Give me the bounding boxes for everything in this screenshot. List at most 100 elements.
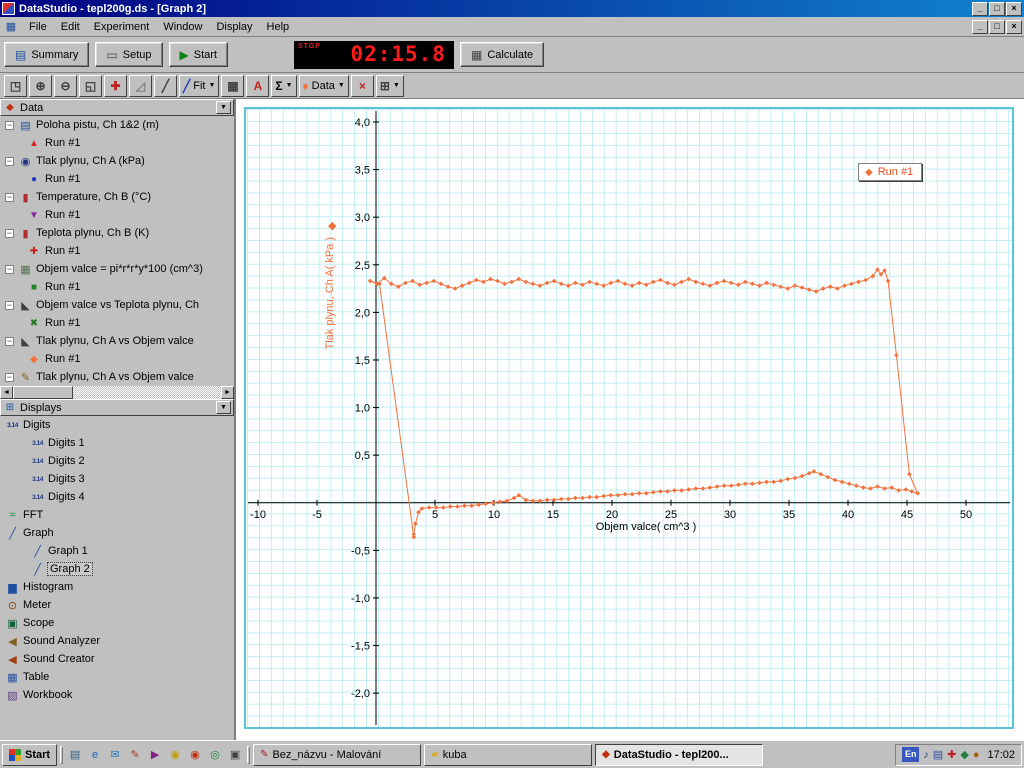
language-indicator[interactable]: En — [902, 747, 920, 762]
display-item[interactable]: 3.14 Digits 4 — [0, 488, 234, 506]
scale-to-fit-button[interactable]: ◳ — [4, 74, 27, 97]
expand-collapse-icon[interactable]: − — [5, 300, 14, 310]
run-item[interactable]: ✚ Run #1 — [0, 242, 234, 260]
scroll-right-button[interactable]: ► — [221, 386, 234, 399]
titlebar[interactable]: DataStudio - tepl200g.ds - [Graph 2] _ □… — [0, 0, 1024, 17]
minimize-button[interactable]: _ — [972, 1, 988, 16]
run-item[interactable]: ✖ Run #1 — [0, 314, 234, 332]
displays-panel-menu-button[interactable]: ▼ — [216, 401, 231, 414]
menu-help[interactable]: Help — [260, 19, 297, 35]
display-item[interactable]: ╱ Graph 2 — [0, 560, 234, 578]
data-source-item[interactable]: − ◣ Objem valce vs Teplota plynu, Ch — [0, 296, 234, 314]
settings-menu-button[interactable]: ⊞ ▼ — [375, 74, 404, 97]
updater-icon[interactable]: ● — [973, 749, 980, 761]
display-item[interactable]: ╱ Graph 1 — [0, 542, 234, 560]
child-minimize-button[interactable]: _ — [972, 19, 988, 34]
mail-icon[interactable]: ▣ — [226, 746, 244, 764]
data-panel-hscrollbar[interactable]: ◄ ► — [0, 386, 234, 399]
menu-file[interactable]: File — [22, 19, 54, 35]
run-item[interactable]: ▼ Run #1 — [0, 206, 234, 224]
scheduler-icon[interactable]: ◆ — [960, 748, 968, 761]
data-source-item[interactable]: − ▦ Objem valce = pi*r*r*y*100 (cm^3) — [0, 260, 234, 278]
data-source-item[interactable]: − ✎ Tlak plynu, Ch A vs Objem valce — [0, 368, 234, 386]
expand-collapse-icon[interactable]: − — [5, 120, 14, 130]
slope-tool-button[interactable]: ◿ — [129, 74, 152, 97]
scroll-left-button[interactable]: ◄ — [0, 386, 13, 399]
expand-collapse-icon[interactable]: − — [5, 336, 14, 346]
display-settings-icon[interactable]: ▤ — [933, 748, 943, 761]
setup-button[interactable]: ▭ Setup — [95, 42, 163, 67]
menu-edit[interactable]: Edit — [54, 19, 87, 35]
display-type-item[interactable]: ≈ FFT — [0, 506, 234, 524]
scrollbar-thumb[interactable] — [13, 386, 73, 399]
display-type-item[interactable]: ◀ Sound Creator — [0, 650, 234, 668]
display-type-item[interactable]: 3.14 Digits — [0, 416, 234, 434]
note-tool-button[interactable]: ╱ — [154, 74, 177, 97]
display-type-item[interactable]: ▣ Scope — [0, 614, 234, 632]
run-item[interactable]: ■ Run #1 — [0, 278, 234, 296]
task-button[interactable]: ✎ Bez_názvu - Malování — [253, 743, 422, 766]
data-source-item[interactable]: − ◉ Tlak plynu, Ch A (kPa) — [0, 152, 234, 170]
winamp-icon[interactable]: ◉ — [166, 746, 184, 764]
display-type-item[interactable]: ◀ Sound Analyzer — [0, 632, 234, 650]
menu-experiment[interactable]: Experiment — [87, 19, 157, 35]
display-type-item[interactable]: ⊙ Meter — [0, 596, 234, 614]
displays-panel-header[interactable]: ⊞ Displays ▼ — [0, 399, 234, 416]
display-item[interactable]: 3.14 Digits 3 — [0, 470, 234, 488]
volume-icon[interactable]: ♪ — [923, 749, 929, 761]
menu-window[interactable]: Window — [156, 19, 209, 35]
expand-collapse-icon[interactable]: − — [5, 156, 14, 166]
menu-display[interactable]: Display — [209, 19, 259, 35]
expand-collapse-icon[interactable]: − — [5, 228, 14, 238]
calculate-button[interactable]: ▦ Calculate — [459, 42, 545, 67]
display-type-item[interactable]: ▧ Workbook — [0, 686, 234, 704]
antivirus-icon[interactable]: ✚ — [947, 748, 956, 761]
paint-icon[interactable]: ✎ — [126, 746, 144, 764]
display-type-item[interactable]: ▆ Histogram — [0, 578, 234, 596]
show-desktop-icon[interactable]: ▤ — [66, 746, 84, 764]
start-button-toolbar[interactable]: ▶ Start — [168, 42, 228, 67]
run-item[interactable]: ◆ Run #1 — [0, 350, 234, 368]
display-type-item[interactable]: ▦ Table — [0, 668, 234, 686]
zoom-in-button[interactable]: ⊕ — [29, 74, 52, 97]
data-source-item[interactable]: − ▮ Teplota plynu, Ch B (K) — [0, 224, 234, 242]
internet-explorer-icon[interactable]: e — [86, 746, 104, 764]
child-close-button[interactable]: × — [1006, 19, 1022, 34]
remove-button[interactable]: × — [350, 74, 374, 97]
data-menu-button[interactable]: ♦ Data ▼ — [298, 74, 349, 97]
smart-tool-button[interactable]: ✚ — [104, 74, 127, 97]
display-item[interactable]: 3.14 Digits 2 — [0, 452, 234, 470]
data-source-item[interactable]: − ▤ Poloha pistu, Ch 1&2 (m) — [0, 116, 234, 134]
task-button[interactable]: ▰ kuba — [424, 743, 593, 766]
display-item[interactable]: 3.14 Digits 1 — [0, 434, 234, 452]
data-source-item[interactable]: − ▮ Temperature, Ch B (°C) — [0, 188, 234, 206]
expand-collapse-icon[interactable]: − — [5, 372, 14, 382]
restore-button[interactable]: □ — [989, 1, 1005, 16]
data-panel-menu-button[interactable]: ▼ — [216, 101, 231, 114]
outlook-express-icon[interactable]: ✉ — [106, 746, 124, 764]
summary-button[interactable]: ▤ Summary — [4, 42, 90, 67]
data-source-item[interactable]: − ◣ Tlak plynu, Ch A vs Objem valce — [0, 332, 234, 350]
calculator-tool-button[interactable]: ▦ — [221, 74, 245, 97]
child-restore-button[interactable]: □ — [989, 19, 1005, 34]
zoom-select-button[interactable]: ◱ — [79, 74, 102, 97]
task-button[interactable]: ◆ DataStudio - tepl200... — [595, 743, 764, 766]
text-tool-button[interactable]: A — [246, 74, 270, 97]
scrollbar-track[interactable] — [13, 386, 221, 399]
browser-icon[interactable]: ◎ — [206, 746, 224, 764]
legend[interactable]: ◆ Run #1 — [858, 163, 923, 181]
realplayer-icon[interactable]: ◉ — [186, 746, 204, 764]
expand-collapse-icon[interactable]: − — [5, 264, 14, 274]
close-button[interactable]: × — [1006, 1, 1022, 16]
start-button[interactable]: Start — [2, 743, 58, 766]
run-item[interactable]: ● Run #1 — [0, 170, 234, 188]
zoom-out-button[interactable]: ⊖ — [54, 74, 77, 97]
data-panel-header[interactable]: ◆ Data ▼ — [0, 99, 234, 116]
display-type-item[interactable]: ╱ Graph — [0, 524, 234, 542]
plot-region[interactable]: -10 -5 5 10 15 20 25 30 35 40 45 50 4,0 3,5 3,0 2,5 2,0 1… — [244, 107, 1014, 729]
expand-collapse-icon[interactable]: − — [5, 192, 14, 202]
fit-menu-button[interactable]: ╱ Fit ▼ — [179, 74, 220, 97]
media-player-icon[interactable]: ▶ — [146, 746, 164, 764]
run-item[interactable]: ▲ Run #1 — [0, 134, 234, 152]
statistics-menu-button[interactable]: Σ ▼ — [271, 74, 297, 97]
